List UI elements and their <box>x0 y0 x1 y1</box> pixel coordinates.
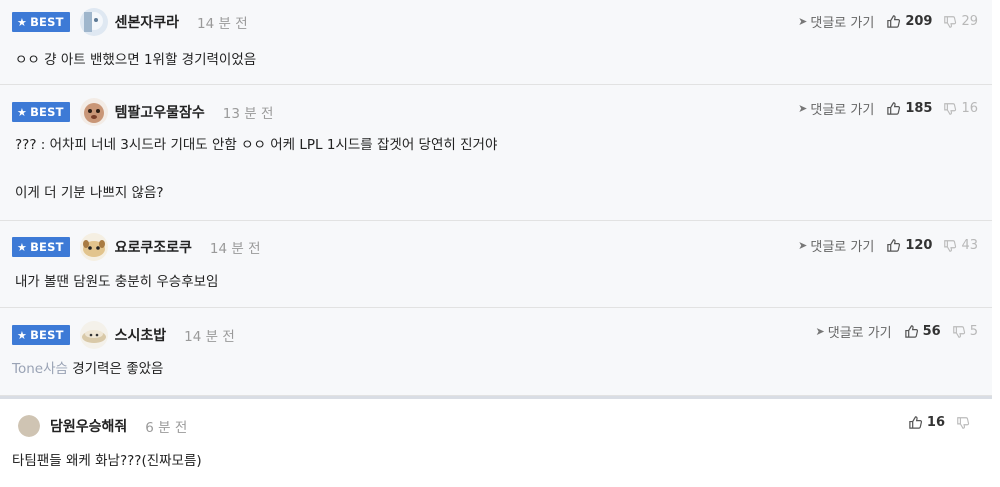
timestamp: 14 분 전 <box>184 329 235 345</box>
upvote-count: 185 <box>905 101 933 116</box>
downvote-button[interactable]: 43 <box>943 238 978 253</box>
downvote-button[interactable]: 16 <box>943 101 978 116</box>
comment-body: ㅇㅇ 걍 아트 밴했으면 1위할 경기력이었음 <box>15 52 257 68</box>
avatar[interactable] <box>79 98 108 126</box>
reply-label: 댓글로 가기 <box>810 16 875 31</box>
nickname[interactable]: 템팔고우물잠수 <box>115 102 205 122</box>
comment-body: 타팀팬들 왜케 화남???(진짜모름) <box>12 453 202 469</box>
avatar[interactable] <box>79 8 108 36</box>
comment-item: 담원우승해줘 6 분 전 16 타팀팬들 왜케 화남???(진짜모름) <box>0 399 992 487</box>
upvote-button[interactable]: 209 <box>886 14 932 29</box>
best-badge: ★ BEST <box>12 237 70 257</box>
reply-label: 댓글로 가기 <box>827 326 892 341</box>
upvote-count: 209 <box>905 14 933 29</box>
comment-item: ★ BEST 스시초밥 14 분 전 ➤ 댓글로 가기 56 5 Tone사슴 경기… <box>0 308 992 396</box>
comment-body-line: 이게 더 기분 나쁘지 않음? <box>15 185 164 201</box>
best-badge-label: BEST <box>30 15 64 29</box>
upvote-count: 16 <box>926 415 945 430</box>
reply-link[interactable]: ➤ 댓글로 가기 <box>815 322 891 341</box>
avatar[interactable] <box>79 233 108 261</box>
comment-item: ★ BEST 센본자쿠라 14 분 전 ➤ 댓글로 가기 209 29 ㅇㅇ 걍 아… <box>0 0 992 85</box>
reply-link[interactable]: ➤ 댓글로 가기 <box>798 236 874 255</box>
reply-label: 댓글로 가기 <box>810 103 875 118</box>
comment-item: ★ BEST 요로쿠조로쿠 14 분 전 ➤ 댓글로 가기 120 43 내가 볼땐… <box>0 221 992 308</box>
reply-link[interactable]: ➤ 댓글로 가기 <box>798 99 874 118</box>
thumbs-down-icon <box>944 239 957 252</box>
upvote-button[interactable]: 16 <box>908 415 945 430</box>
comment-body-text: 경기력은 좋았음 <box>72 361 164 377</box>
downvote-count: 43 <box>961 238 978 253</box>
nickname[interactable]: 스시초밥 <box>115 325 167 345</box>
reply-label: 댓글로 가기 <box>810 240 875 255</box>
star-icon: ★ <box>17 328 28 342</box>
upvote-count: 120 <box>905 238 933 253</box>
nickname[interactable]: 센본자쿠라 <box>115 12 179 32</box>
timestamp: 6 분 전 <box>145 420 188 436</box>
comment-item: ★ BEST 템팔고우물잠수 13 분 전 ➤ 댓글로 가기 185 16 ??? … <box>0 85 992 221</box>
upvote-count: 56 <box>922 324 941 339</box>
downvote-count: 29 <box>961 14 978 29</box>
thumbs-down-icon <box>944 15 957 28</box>
timestamp: 14 분 전 <box>197 16 248 32</box>
downvote-count: 16 <box>961 101 978 116</box>
reply-link[interactable]: ➤ 댓글로 가기 <box>798 12 874 31</box>
upvote-button[interactable]: 56 <box>904 324 941 339</box>
reply-arrow-icon: ➤ <box>815 325 825 338</box>
upvote-button[interactable]: 185 <box>886 101 932 116</box>
thumbs-down-icon <box>952 325 965 338</box>
comment-body: 내가 볼땐 담원도 충분히 우승후보임 <box>15 274 219 290</box>
comment-body-line: ??? : 어차피 너네 3시드라 기대도 안함 ㅇㅇ 어케 LPL 1시드를 … <box>15 137 498 153</box>
thumbs-up-icon <box>904 325 918 338</box>
best-badge: ★ BEST <box>12 12 70 32</box>
star-icon: ★ <box>17 240 28 254</box>
downvote-count: 5 <box>969 324 978 339</box>
avatar[interactable] <box>79 321 108 349</box>
timestamp: 13 분 전 <box>222 106 274 122</box>
comment-list: ★ BEST 센본자쿠라 14 분 전 ➤ 댓글로 가기 209 29 ㅇㅇ 걍 아… <box>0 0 1000 487</box>
downvote-button[interactable]: 29 <box>943 14 978 29</box>
reply-arrow-icon: ➤ <box>798 15 808 28</box>
best-badge-label: BEST <box>30 240 64 254</box>
thumbs-down-icon <box>944 102 957 115</box>
thumbs-up-icon <box>909 416 922 429</box>
reply-arrow-icon: ➤ <box>798 102 808 115</box>
comment-body: Tone사슴 경기력은 좋았음 <box>12 359 163 379</box>
best-badge: ★ BEST <box>12 102 70 122</box>
thumbs-up-icon <box>887 239 901 252</box>
best-badge-label: BEST <box>30 328 64 342</box>
best-badge: ★ BEST <box>12 325 70 345</box>
avatar[interactable] <box>18 415 40 437</box>
star-icon: ★ <box>17 15 28 29</box>
thumbs-up-icon <box>887 15 901 28</box>
thumbs-down-icon <box>957 416 970 429</box>
thumbs-up-icon <box>887 102 901 115</box>
timestamp: 14 분 전 <box>209 241 261 257</box>
mention-tag[interactable]: Tone사슴 <box>12 361 68 377</box>
best-badge-label: BEST <box>30 105 64 119</box>
nickname[interactable]: 담원우승해줘 <box>50 416 127 436</box>
nickname[interactable]: 요로쿠조로쿠 <box>115 237 192 257</box>
star-icon: ★ <box>17 105 28 119</box>
downvote-button[interactable]: 5 <box>952 324 978 339</box>
downvote-button[interactable] <box>956 416 974 430</box>
reply-arrow-icon: ➤ <box>798 239 808 252</box>
upvote-button[interactable]: 120 <box>886 238 932 253</box>
